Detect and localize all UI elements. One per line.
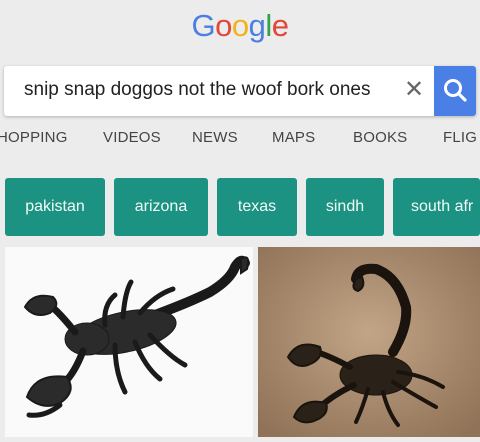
search-input[interactable]: snip snap doggos not the woof bork ones <box>24 79 370 101</box>
tab-maps[interactable]: MAPS <box>272 129 315 146</box>
tab-flights[interactable]: FLIG <box>443 129 477 146</box>
search-bar: snip snap doggos not the woof bork ones … <box>4 66 476 116</box>
clear-search-button[interactable]: ✕ <box>402 76 426 104</box>
logo-letter: G <box>191 8 216 43</box>
search-tabs: HOPPING VIDEOS NEWS MAPS BOOKS FLIG <box>0 126 480 154</box>
logo-letter: g <box>248 8 266 43</box>
scorpion-icon <box>258 247 480 437</box>
image-result[interactable] <box>5 247 253 437</box>
image-result[interactable] <box>258 247 480 437</box>
search-button[interactable] <box>434 66 476 116</box>
chip-sindh[interactable]: sindh <box>306 178 384 236</box>
logo-letter: o <box>231 8 249 43</box>
search-icon <box>444 79 467 102</box>
chip-arizona[interactable]: arizona <box>114 178 208 236</box>
chip-south-africa[interactable]: south afr <box>393 178 480 236</box>
tab-videos[interactable]: VIDEOS <box>103 129 161 146</box>
tab-news[interactable]: NEWS <box>192 129 238 146</box>
google-logo: Google <box>0 6 480 46</box>
logo-letter: e <box>271 8 289 43</box>
tab-shopping[interactable]: HOPPING <box>0 129 68 146</box>
chip-texas[interactable]: texas <box>217 178 297 236</box>
tab-books[interactable]: BOOKS <box>353 129 407 146</box>
chip-pakistan[interactable]: pakistan <box>5 178 105 236</box>
scorpion-icon <box>23 255 250 418</box>
logo-letter: o <box>215 8 232 43</box>
